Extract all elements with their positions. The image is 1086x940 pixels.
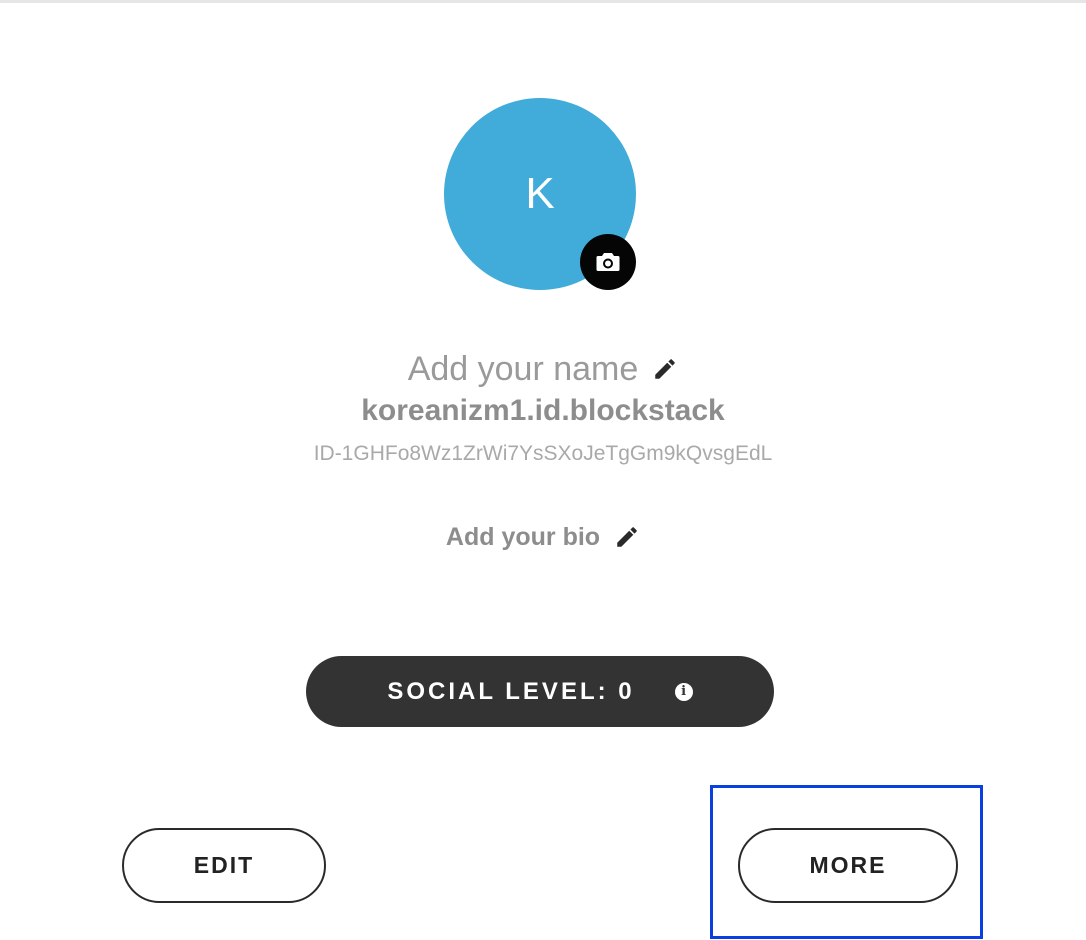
bio-row: Add your bio xyxy=(0,520,1086,554)
profile-page: K Add your name koreanizm1.id.blockstack… xyxy=(0,0,1086,940)
edit-name-button[interactable] xyxy=(652,356,678,382)
edit-bio-button[interactable] xyxy=(614,524,640,550)
top-divider xyxy=(0,0,1086,3)
camera-icon xyxy=(596,253,620,271)
social-level-badge: SOCIAL LEVEL: 0 i xyxy=(306,656,774,727)
edit-button[interactable]: EDIT xyxy=(122,828,326,903)
info-icon[interactable]: i xyxy=(674,682,693,701)
user-id: ID-1GHFo8Wz1ZrWi7YsSXoJeTgGm9kQvsgEdL xyxy=(313,442,773,465)
more-button[interactable]: MORE xyxy=(738,828,958,903)
bio-placeholder: Add your bio xyxy=(445,522,601,551)
pencil-icon xyxy=(655,359,676,379)
name-placeholder: Add your name xyxy=(407,349,639,388)
avatar-initial: K xyxy=(525,169,555,218)
social-level-label: SOCIAL LEVEL: 0 xyxy=(387,677,635,705)
change-photo-button[interactable] xyxy=(580,234,636,290)
name-row: Add your name xyxy=(0,348,1086,390)
username: koreanizm1.id.blockstack xyxy=(361,394,725,427)
pencil-icon xyxy=(617,527,637,547)
